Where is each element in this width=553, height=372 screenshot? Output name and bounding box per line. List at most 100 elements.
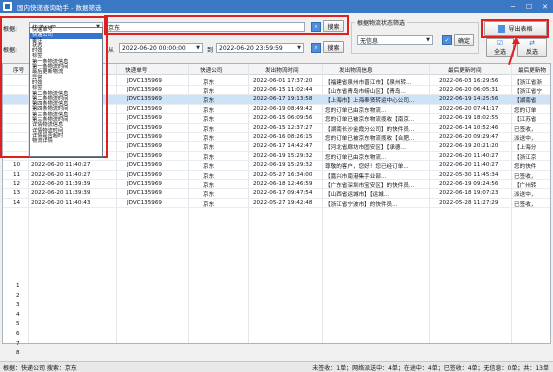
minimize-button[interactable]: ─ [505, 0, 521, 13]
calendar-dropdown-icon: ▼ [297, 45, 301, 51]
col-header-last-info: 最后更新物 [518, 68, 546, 74]
col-header-last-time: 最后更新时间 [448, 68, 482, 74]
row-first-time: 2022-06-19 15:29:32 [253, 162, 313, 169]
chevron-down-icon: ▼ [426, 37, 430, 43]
row-tracking-number: JDVC135969 [127, 162, 162, 169]
filter-field-dropdown-list[interactable]: 快递单号 快递公司 备注 状态 时效 标签 第一条物流信息 第一条物流时间 最后更新物流 异常 时效… [29, 27, 103, 157]
dropdown-option[interactable]: 物流详情 [30, 138, 102, 144]
row-last-time: 2022-05-28 11:27:29 [439, 199, 499, 206]
confirm-icon[interactable]: ✓ [442, 35, 452, 45]
col-header-number: 快递单号 [125, 68, 148, 74]
row-divider [3, 160, 550, 162]
row-first-time: 2022-06-15 11:02:44 [253, 86, 313, 93]
row-divider [3, 197, 550, 199]
row-tracking-number: JDVC135969 [127, 96, 162, 103]
from-label: 从 [108, 47, 115, 54]
row-first-time: 2022-06-15 12:37:27 [253, 124, 313, 131]
calendar-dropdown-icon: ▼ [196, 45, 200, 51]
checkbox-icon: ☑ [496, 39, 504, 47]
status-bar: 根据：快递公司 搜索：京东 未签收：1单；网络派送中：4单；在途中：4单；已签收… [0, 361, 553, 372]
search-button-2[interactable]: 搜索 [323, 41, 344, 53]
column-divider [248, 64, 249, 343]
to-label: 到 [207, 47, 214, 54]
arrow-head-icon [512, 37, 520, 44]
row-added-time: 2022-06-20 11:39:39 [31, 180, 91, 187]
row-tracking-number: JDVC135969 [127, 124, 162, 131]
row-index-number: 4 [16, 311, 20, 318]
row-divider [3, 169, 550, 171]
highlight-box-search [104, 15, 349, 35]
row-last-time: 2022-06-19 20:21:20 [439, 143, 499, 150]
row-tracking-number: JDVC135969 [127, 86, 162, 93]
window-title: 国内快递查询助手 - 数据筛选 [17, 3, 102, 12]
row-divider [3, 207, 550, 209]
row-first-time: 2022-06-16 08:26:15 [253, 133, 313, 140]
row-tracking-number: JDVC135969 [127, 105, 162, 112]
row-index-number: 7 [16, 340, 20, 347]
row-first-time: 2022-06-17 19:13:58 [253, 96, 313, 103]
col-header-first-info: 发出物流信息 [339, 68, 373, 74]
row-first-time: 2022-06-15 06:09:56 [253, 115, 313, 122]
app-icon [3, 2, 12, 11]
column-divider [511, 64, 512, 343]
col-header-first-time: 发出物流时间 [265, 68, 299, 74]
row-last-time: 2022-06-19 14:25:56 [439, 96, 499, 103]
row-index-number: 6 [16, 331, 20, 337]
row-first-time: 2022-06-18 12:46:59 [253, 180, 313, 187]
title-bar: 国内快递查询助手 - 数据筛选 ─ ☐ ✕ [0, 0, 553, 13]
row-last-time: 2022-06-03 16:29:56 [439, 77, 499, 84]
search-icon[interactable]: ⌕ [311, 43, 321, 53]
to-datetime-value: 2022-06-20 23:59:59 [219, 44, 283, 52]
row-tracking-number: JDVC135969 [127, 115, 162, 122]
row-last-time: 2022-06-20 07:41:17 [439, 105, 499, 112]
confirm-button[interactable]: 确定 [454, 34, 474, 46]
column-divider [322, 64, 323, 343]
row-divider [3, 179, 550, 180]
row-last-time: 2022-06-20 11:40:27 [439, 162, 499, 169]
close-button[interactable]: ✕ [537, 0, 553, 13]
row-last-time: 2022-06-18 19:07:23 [439, 190, 499, 197]
row-last-time: 2022-06-14 10:52:46 [439, 124, 499, 131]
row-last-time: 2022-06-20 06:05:31 [439, 86, 499, 93]
row-added-time: 2022-06-20 11:40:27 [31, 162, 91, 169]
row-tracking-number: JDVC135969 [127, 190, 162, 197]
col-header-company: 快递公司 [200, 68, 223, 74]
row-last-time: 2022-06-19 18:02:55 [439, 115, 499, 122]
status-select[interactable]: 无信息 ▼ [357, 35, 433, 45]
row-added-time: 2022-06-20 11:40:27 [31, 171, 91, 178]
row-tracking-number: JDVC135969 [127, 171, 162, 178]
from-datetime-value: 2022-06-20 00:00:00 [122, 44, 186, 52]
row-index-number: 3 [16, 302, 20, 309]
status-filter-title: 根据物流状态筛选 [355, 18, 408, 27]
row-added-time: 2022-06-20 11:40:43 [31, 199, 91, 206]
row-tracking-number: JDVC135969 [127, 133, 162, 140]
row-tracking-number: JDVC135969 [127, 199, 162, 206]
row-tracking-number: JDVC135969 [127, 143, 162, 150]
to-datetime[interactable]: 2022-06-20 23:59:59 ▼ [216, 43, 304, 53]
row-last-time: 2022-06-20 09:29:47 [439, 133, 499, 140]
row-tracking-number: JDVC135969 [127, 77, 162, 84]
invert-selection-button[interactable]: ⇄ 反选 [517, 38, 547, 57]
invert-icon: ⇄ [529, 39, 535, 47]
status-select-value: 无信息 [360, 37, 379, 45]
row-index-number: 1 [16, 283, 20, 289]
row-index-number: 8 [16, 350, 20, 357]
column-divider [116, 64, 117, 343]
row-divider [3, 188, 550, 190]
from-datetime[interactable]: 2022-06-20 00:00:00 ▼ [119, 43, 203, 53]
select-all-button[interactable]: ☑ 全选 [486, 38, 514, 57]
column-divider [429, 64, 430, 343]
row-first-time: 2022-05-27 19:42:48 [253, 199, 313, 206]
row-index-number: 5 [16, 321, 20, 328]
row-tracking-number: JDVC135969 [127, 180, 162, 187]
maximize-button[interactable]: ☐ [521, 0, 537, 13]
row-first-time: 2022-05-27 16:34:00 [253, 171, 313, 178]
column-divider [188, 64, 189, 343]
invert-label: 反选 [525, 49, 538, 56]
row-last-time: 2022-05-30 11:45:34 [439, 171, 499, 178]
row-last-time: 2022-06-19 09:24:56 [439, 180, 499, 187]
row-last-time: 2022-06-20 11:40:27 [439, 152, 499, 159]
row-first-time: 2022-06-01 17:37:20 [253, 77, 313, 84]
row-added-time: 2022-06-20 11:39:39 [31, 190, 91, 197]
highlight-box-export [481, 19, 549, 38]
